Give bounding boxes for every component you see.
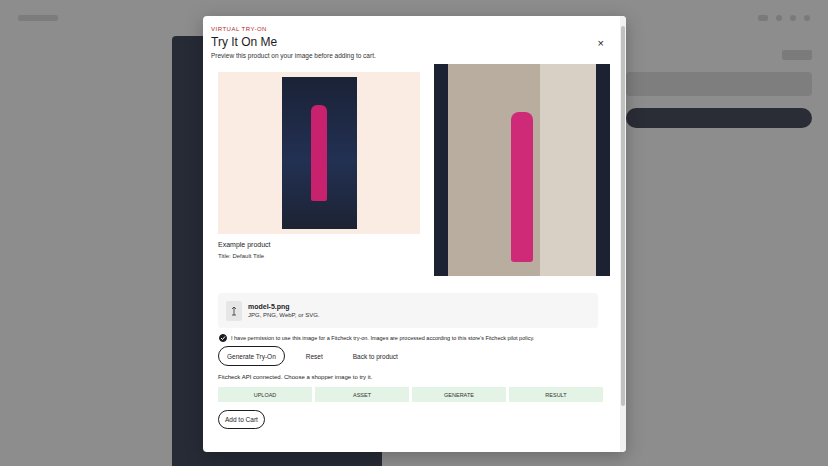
product-column: Example product Title: Default Title <box>218 64 420 260</box>
modal-title: Try It On Me <box>211 34 376 50</box>
product-title <box>782 50 812 60</box>
upload-field[interactable]: model-5.pngJPG, PNG, WebP, or SVG. <box>218 293 598 328</box>
upload-arrow-icon <box>231 306 237 316</box>
product-photo <box>282 77 357 229</box>
header-icons <box>758 15 810 21</box>
store-page: VIRTUAL TRY-ONTry It On MePreview this p… <box>0 0 828 466</box>
product-name: Example product <box>218 240 420 249</box>
close-button[interactable]: × <box>596 36 606 50</box>
product-image-card <box>218 72 420 234</box>
scrollbar-thumb[interactable] <box>621 26 625 406</box>
action-button[interactable]: Reset <box>297 346 332 366</box>
store-logo <box>18 15 58 21</box>
progress-steps: UPLOADASSETGENERATERESULT <box>218 387 620 402</box>
dress-shape <box>311 105 327 201</box>
upload-icon-box <box>226 301 242 321</box>
product-variant: Title: Default Title <box>218 252 420 260</box>
progress-step: UPLOAD <box>218 387 312 402</box>
action-row: Generate Try-On Reset Back to product <box>218 346 620 366</box>
shopper-photo <box>434 64 610 276</box>
modal-subtitle: Preview this product on your image befor… <box>211 51 376 60</box>
modal-scrollbar[interactable] <box>620 16 626 452</box>
progress-step: RESULT <box>509 387 603 402</box>
buy-button <box>626 108 812 128</box>
consent-checkbox[interactable] <box>219 334 227 342</box>
check-icon <box>220 335 226 341</box>
modal-eyebrow: VIRTUAL TRY-ON <box>211 25 376 34</box>
add-to-cart-button[interactable]: Add to Cart <box>218 410 265 429</box>
consent-row[interactable]: I have permission to use this image for … <box>218 334 620 342</box>
file-name: model-5.png <box>248 302 319 311</box>
media-row: Example product Title: Default Title <box>218 64 620 276</box>
modal-heading: VIRTUAL TRY-ONTry It On MePreview this p… <box>211 25 376 60</box>
file-formats: JPG, PNG, WebP, or SVG. <box>248 311 319 319</box>
consent-label: I have permission to use this image for … <box>231 334 534 342</box>
modal-content: VIRTUAL TRY-ONTry It On MePreview this p… <box>203 16 620 452</box>
action-button[interactable]: Generate Try-On <box>218 346 285 366</box>
person-shape <box>511 112 533 262</box>
modal-body: Example product Title: Default Title model… <box>203 60 620 429</box>
upload-text: model-5.pngJPG, PNG, WebP, or SVG. <box>248 302 319 319</box>
header-icon <box>758 15 768 21</box>
progress-step: GENERATE <box>412 387 506 402</box>
header-icon <box>790 15 796 21</box>
api-status: Fitcheck API connected. Choose a shopper… <box>218 373 620 381</box>
action-button[interactable]: Back to product <box>344 346 407 366</box>
progress-step: ASSET <box>315 387 409 402</box>
variant-field <box>626 72 812 96</box>
try-on-modal: VIRTUAL TRY-ONTry It On MePreview this p… <box>203 16 626 452</box>
header-icon <box>804 15 810 21</box>
header-icon <box>776 15 782 21</box>
modal-header: VIRTUAL TRY-ONTry It On MePreview this p… <box>203 16 620 60</box>
